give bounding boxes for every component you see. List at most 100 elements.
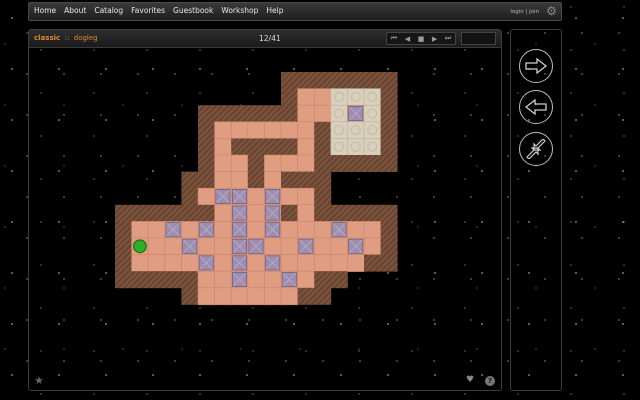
tile-wall <box>281 171 298 189</box>
tile-goal <box>330 121 349 140</box>
tile-floor <box>247 204 266 223</box>
tile-wall <box>297 72 315 89</box>
tile-wall <box>214 105 232 123</box>
nav-about[interactable]: About <box>64 6 86 15</box>
tile-floor <box>131 254 149 272</box>
tile-wall <box>198 171 215 189</box>
tile-wall <box>297 171 315 189</box>
arrow-left-icon <box>525 99 547 115</box>
tile-wall <box>131 271 149 289</box>
first-level-icon[interactable]: ⏮ <box>391 34 397 43</box>
tile-floor <box>313 88 332 106</box>
level-menu-icon[interactable]: ■ <box>418 35 425 43</box>
nav-help[interactable]: Help <box>266 6 283 15</box>
tile-wall <box>297 287 315 305</box>
tile-goal <box>330 104 349 123</box>
level-jump-input[interactable] <box>461 32 496 45</box>
tile-wall <box>281 204 298 222</box>
collection-name[interactable]: classic <box>34 34 60 42</box>
tile-wall <box>198 105 215 123</box>
level-counter: 12/41 <box>259 34 281 43</box>
tile-floor <box>230 171 249 189</box>
tile-floor <box>230 287 249 306</box>
tile-wall <box>198 204 215 222</box>
next-level-icon[interactable]: ▶ <box>432 35 437 43</box>
tile-box <box>181 237 199 256</box>
tile-wall <box>281 72 298 89</box>
tile-wall <box>314 72 332 89</box>
tile-floor <box>230 154 249 173</box>
tile-wall <box>281 138 298 156</box>
tile-floor <box>147 237 166 256</box>
tile-wall <box>380 121 398 139</box>
tile-box <box>247 237 266 256</box>
tile-box <box>347 104 365 123</box>
tile-box <box>230 270 249 289</box>
sokoban-board[interactable] <box>115 72 398 307</box>
tile-floor <box>247 270 266 289</box>
tile-floor <box>214 154 232 173</box>
tile-wall <box>181 171 199 189</box>
nav-home[interactable]: Home <box>34 6 56 15</box>
restart-button[interactable] <box>519 132 553 166</box>
tile-floor <box>214 254 232 272</box>
tile-box <box>230 254 249 272</box>
tile-floor <box>297 270 315 289</box>
tile-wall <box>198 155 215 172</box>
tile-floor <box>147 221 166 239</box>
undo-button[interactable] <box>519 90 553 124</box>
tile-wall <box>115 254 132 272</box>
tile-wall <box>281 88 298 106</box>
restart-arrows-icon <box>526 139 546 159</box>
tile-floor <box>264 121 282 140</box>
tile-box <box>230 221 249 239</box>
tile-floor <box>280 254 299 272</box>
tile-goal <box>347 138 365 156</box>
last-level-icon[interactable]: ⏭ <box>445 34 451 43</box>
tile-floor <box>131 221 149 239</box>
tile-floor <box>264 171 282 189</box>
tile-floor <box>264 287 282 306</box>
tile-player[interactable] <box>131 237 149 256</box>
tile-floor <box>214 138 232 156</box>
tile-goal <box>363 104 382 123</box>
tile-floor <box>197 287 216 306</box>
heart-icon[interactable]: ♥ <box>466 375 474 385</box>
tile-box <box>280 270 299 289</box>
nav-workshop[interactable]: Workshop <box>221 6 258 15</box>
nav-guestbook[interactable]: Guestbook <box>173 6 213 15</box>
tile-wall <box>364 204 381 222</box>
nav-favorites[interactable]: Favorites <box>131 6 165 15</box>
side-panel <box>510 29 562 391</box>
favorite-star-icon[interactable]: ★ <box>34 374 44 387</box>
tile-box <box>230 204 249 223</box>
login-join-link[interactable]: login | join <box>510 9 539 15</box>
tile-floor <box>280 237 299 256</box>
tile-floor <box>230 121 249 140</box>
tile-wall <box>330 271 348 289</box>
tile-floor <box>247 187 266 206</box>
game-header: classic :: dogleg 12/41 ⏮ ◀ ■ ▶ ⏭ <box>29 30 501 48</box>
tile-wall <box>380 238 398 255</box>
previous-level-icon[interactable]: ◀ <box>405 35 410 43</box>
tile-floor <box>330 237 349 256</box>
tile-goal <box>363 88 382 106</box>
tile-wall <box>364 72 381 89</box>
tile-wall <box>115 238 132 255</box>
tile-floor <box>164 237 183 256</box>
tile-floor <box>214 221 232 239</box>
tile-floor <box>363 221 382 239</box>
tile-floor <box>147 254 166 272</box>
redo-button[interactable] <box>519 49 553 83</box>
level-name: dogleg <box>73 34 98 42</box>
tile-floor <box>313 221 332 239</box>
help-icon[interactable]: ? <box>485 376 495 386</box>
tile-wall <box>181 204 199 222</box>
nav-catalog[interactable]: Catalog <box>94 6 123 15</box>
tile-box <box>264 254 282 272</box>
tile-wall <box>264 105 282 123</box>
tile-floor <box>313 254 332 272</box>
title-separator: :: <box>64 34 70 42</box>
gear-icon[interactable]: ⚙ <box>545 5 558 18</box>
tile-floor <box>247 121 266 140</box>
